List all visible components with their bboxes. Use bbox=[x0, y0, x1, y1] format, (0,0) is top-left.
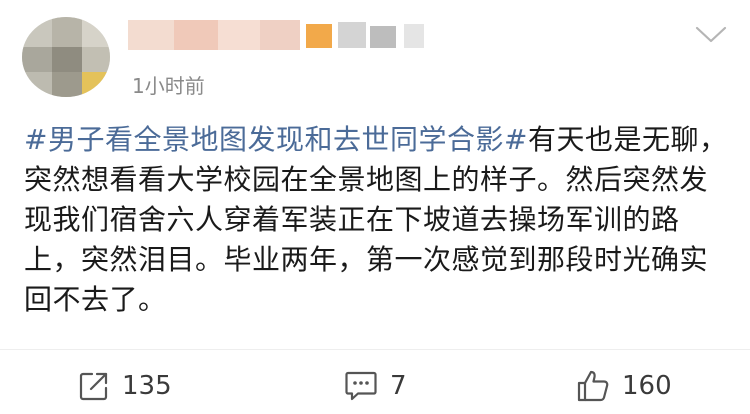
repost-button[interactable]: 135 bbox=[78, 364, 172, 408]
comment-count: 7 bbox=[390, 371, 407, 401]
hashtag-link[interactable]: #男子看全景地图发现和去世同学合影# bbox=[24, 123, 528, 156]
like-count: 160 bbox=[622, 371, 672, 401]
avatar[interactable] bbox=[22, 17, 110, 97]
comment-icon bbox=[344, 370, 378, 402]
post-body: #男子看全景地图发现和去世同学合影#有天也是无聊，突然想看看大学校园在全景地图上… bbox=[24, 120, 730, 320]
like-button[interactable]: 160 bbox=[576, 364, 672, 408]
share-icon bbox=[78, 370, 110, 402]
divider bbox=[0, 349, 750, 350]
comment-button[interactable]: 7 bbox=[344, 364, 407, 408]
repost-count: 135 bbox=[122, 371, 172, 401]
thumbs-up-icon bbox=[576, 369, 610, 403]
post-timestamp: 1小时前 bbox=[132, 74, 205, 98]
chevron-down-icon[interactable] bbox=[694, 24, 728, 46]
